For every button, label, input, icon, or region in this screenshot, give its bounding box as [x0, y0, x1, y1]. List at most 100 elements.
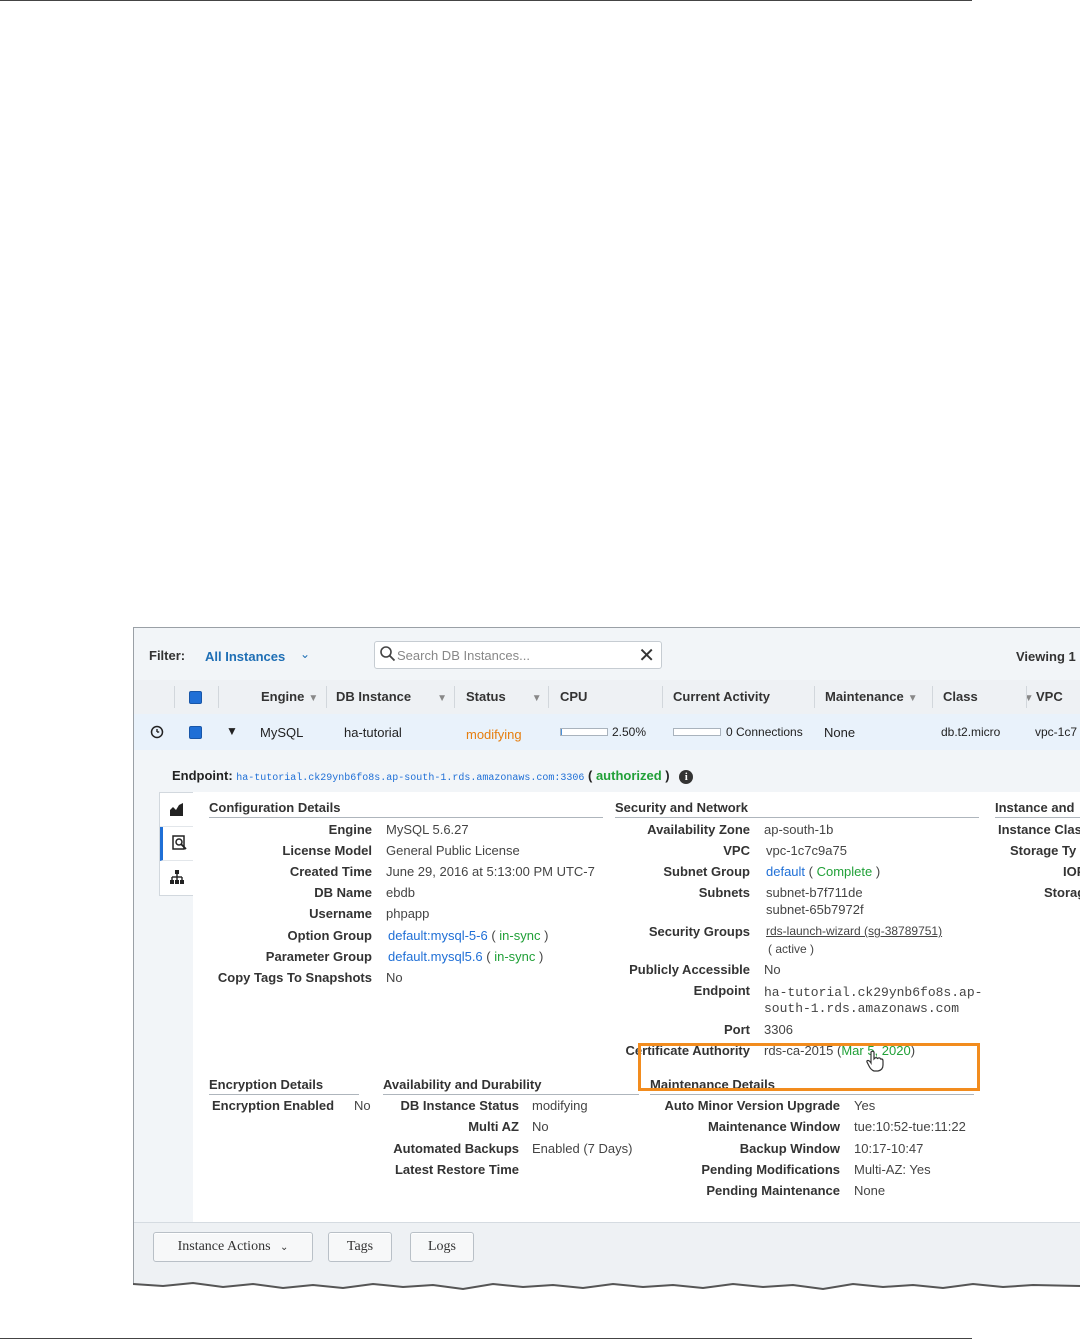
label-automated-backups: Automated Backups	[393, 1141, 519, 1156]
label-copy-tags: Copy Tags To Snapshots	[217, 970, 372, 985]
endpoint-label: Endpoint:	[172, 768, 233, 783]
option-group-link[interactable]: default:mysql-5-6	[388, 928, 488, 943]
label-param-group: Parameter Group	[265, 949, 372, 964]
column-db-instance[interactable]: DB Instance ▼	[336, 689, 447, 704]
paren: (	[587, 768, 593, 783]
row-db-instance: ha-tutorial	[344, 725, 402, 740]
chevron-down-icon[interactable]: ⌄	[300, 647, 310, 661]
endpoint-detail-line-1[interactable]: ha-tutorial.ck29ynb6fo8s.ap-	[764, 985, 982, 1000]
label-iops: IOP	[1063, 864, 1080, 879]
torn-edge	[133, 1281, 1080, 1312]
label-subnet-group: Subnet Group	[663, 864, 750, 879]
section-availability: Availability and Durability	[383, 1077, 639, 1095]
value-copy-tags: No	[386, 970, 403, 985]
select-all-checkbox[interactable]	[189, 691, 202, 704]
subnet-link[interactable]: subnet-b7f711de	[766, 885, 863, 900]
value-subnet-group: default ( Complete )	[766, 864, 881, 879]
label-public: Publicly Accessible	[629, 962, 750, 977]
label-pending-modifications: Pending Modifications	[701, 1162, 840, 1177]
value-port: 3306	[764, 1022, 793, 1037]
column-current-activity[interactable]: Current Activity	[673, 689, 770, 704]
column-separator	[1026, 686, 1027, 708]
value-license: General Public License	[386, 843, 520, 858]
column-vpc[interactable]: VPC	[1036, 689, 1063, 704]
param-group-link[interactable]: default.mysql5.6	[388, 949, 483, 964]
value-automated-backups: Enabled (7 Days)	[532, 1141, 633, 1156]
label-subnets: Subnets	[698, 885, 750, 900]
table-header: Engine ▼ DB Instance ▼ Status ▼ CPU Current…	[134, 680, 1080, 715]
column-separator	[326, 686, 327, 708]
chart-icon	[170, 803, 183, 816]
column-separator	[932, 686, 933, 708]
rds-console-screenshot: Filter: All Instances ⌄ ✕ Viewing 1 Engi…	[133, 627, 1080, 1288]
label-backup-window: Backup Window	[739, 1141, 840, 1156]
security-groups-highlight	[638, 1043, 980, 1091]
column-separator	[548, 686, 549, 708]
value-backup-window: 10:17-10:47	[854, 1141, 924, 1156]
filter-label: Filter:	[149, 648, 186, 663]
search-input[interactable]	[397, 646, 632, 664]
column-status[interactable]: Status ▼	[466, 689, 542, 704]
instance-details: Endpoint: ha-tutorial.ck29ynb6fo8s.ap-so…	[134, 750, 1080, 1288]
value-username: phpapp	[386, 906, 430, 921]
topology-icon	[170, 870, 184, 884]
details-panel: Configuration Details Engine MySQL 5.6.2…	[193, 792, 1080, 1222]
cpu-bar-fill	[561, 729, 563, 735]
label-encryption-enabled: Encryption Enabled	[212, 1098, 335, 1113]
section-encryption: Encryption Details	[209, 1077, 359, 1095]
page-top-rule	[0, 0, 972, 1]
column-cpu[interactable]: CPU	[560, 689, 587, 704]
expand-caret-icon[interactable]: ▼	[226, 724, 238, 738]
row-maintenance: None	[824, 725, 856, 740]
label-engine: Engine	[328, 822, 372, 837]
row-checkbox[interactable]	[189, 726, 202, 739]
vpc-link[interactable]: vpc-1c7c9a75	[766, 843, 847, 858]
logs-button[interactable]: Logs	[410, 1232, 474, 1262]
tab-details[interactable]	[160, 827, 194, 861]
security-group-link[interactable]: rds-launch-wizard (sg-38789751)	[766, 924, 942, 938]
label-username: Username	[309, 906, 372, 921]
label-created: Created Time	[289, 864, 372, 879]
value-az: ap-south-1b	[764, 822, 834, 837]
search-icon	[380, 646, 396, 662]
connections-bar	[673, 728, 721, 736]
endpoint-detail-line-2[interactable]: south-1.rds.amazonaws.com	[764, 1001, 959, 1016]
row-engine: MySQL	[260, 725, 304, 740]
value-public: No	[764, 962, 781, 977]
column-class[interactable]: Class ▼	[943, 689, 1034, 704]
value-maintenance-window: tue:10:52-tue:11:22	[854, 1119, 966, 1134]
info-icon[interactable]: i	[679, 769, 694, 784]
subnet-group-status: Complete	[816, 864, 873, 879]
row-class: db.t2.micro	[941, 725, 1001, 739]
filter-bar: Filter: All Instances ⌄ ✕ Viewing 1	[134, 628, 1080, 681]
subnet-group-link[interactable]: default	[766, 864, 805, 879]
endpoint-value[interactable]: ha-tutorial.ck29ynb6fo8s.ap-south-1.rds.…	[236, 773, 584, 784]
section-security-network: Security and Network	[615, 800, 979, 818]
value-encryption-enabled: No	[354, 1098, 371, 1113]
tags-button[interactable]: Tags	[328, 1232, 392, 1262]
filter-dropdown[interactable]: All Instances	[205, 649, 285, 664]
column-engine[interactable]: Engine ▼	[261, 689, 318, 704]
label-multi-az: Multi AZ	[468, 1119, 519, 1134]
instance-actions-button[interactable]: Instance Actions ⌄	[153, 1232, 313, 1262]
value-db-instance-status: modifying	[532, 1098, 588, 1113]
value-security-group-status: ( active )	[768, 942, 815, 956]
paren: )	[665, 768, 670, 783]
section-configuration: Configuration Details	[209, 800, 603, 818]
tab-topology[interactable]	[160, 861, 194, 894]
hand-cursor-icon	[866, 1050, 884, 1072]
chevron-down-icon: ⌄	[280, 1242, 289, 1253]
tab-monitoring[interactable]	[160, 793, 194, 827]
label-security-groups: Security Groups	[648, 924, 750, 939]
subnet-link[interactable]: subnet-65b7972f	[766, 902, 864, 917]
column-separator	[454, 686, 455, 708]
param-group-status: in-sync	[494, 949, 536, 964]
section-instance: Instance and	[995, 800, 1080, 818]
value-pending-modifications: Multi-AZ: Yes	[854, 1162, 931, 1177]
column-maintenance[interactable]: Maintenance ▼	[825, 689, 918, 704]
column-separator	[174, 686, 175, 708]
viewing-count: Viewing 1	[1016, 649, 1076, 664]
label-az: Availability Zone	[647, 822, 750, 837]
table-row[interactable]: ▼ MySQL ha-tutorial modifying 2.50% 0 Co…	[134, 714, 1080, 751]
close-icon[interactable]: ✕	[638, 643, 655, 668]
